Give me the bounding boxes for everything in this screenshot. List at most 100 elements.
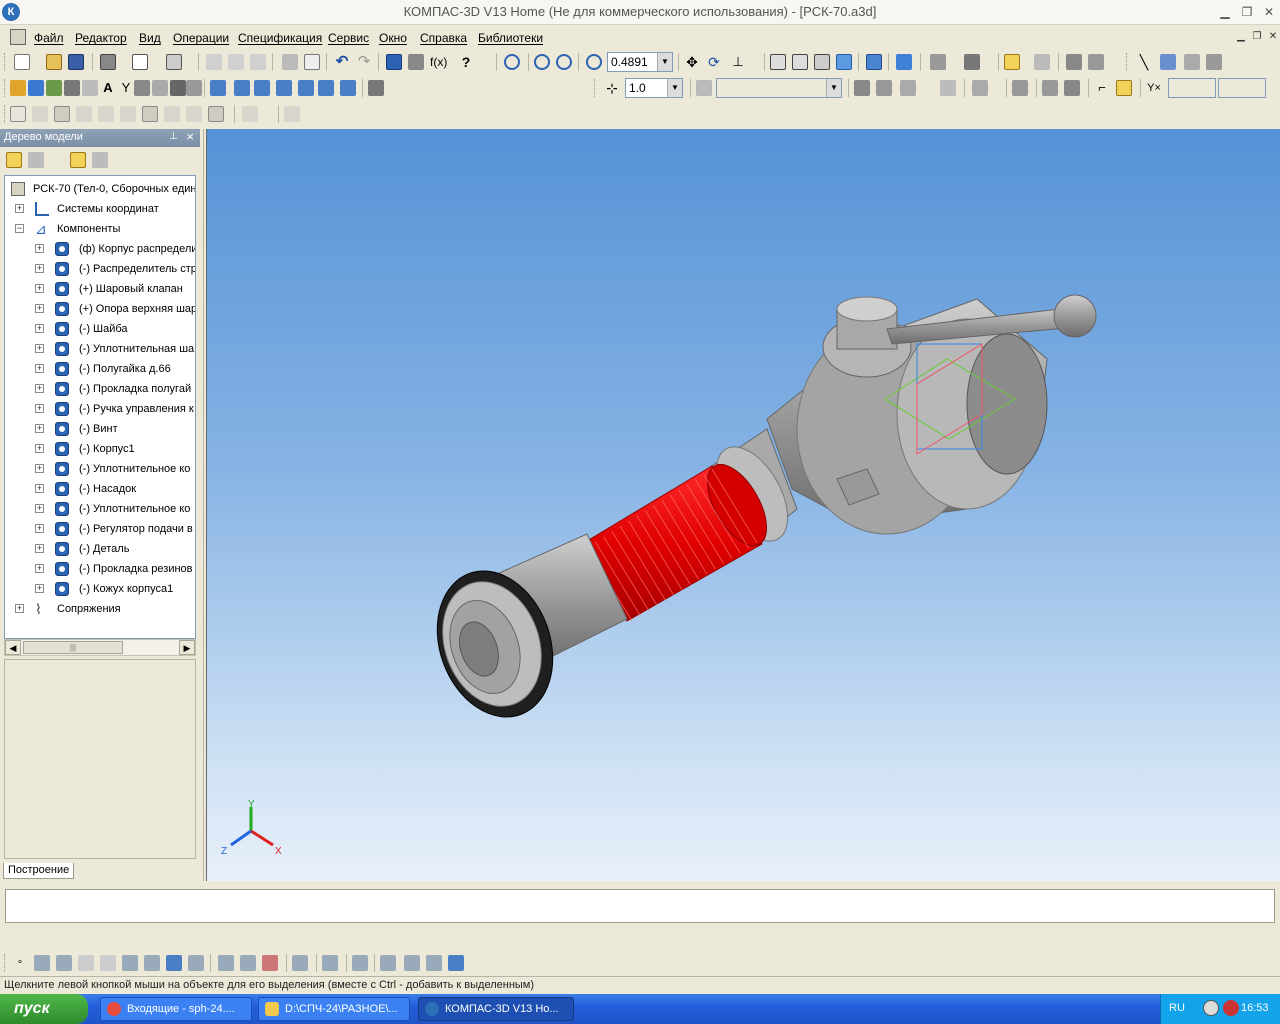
- expand-icon[interactable]: +: [35, 484, 44, 493]
- restore-button[interactable]: ❐: [1238, 4, 1256, 20]
- function-icon[interactable]: f(x): [430, 54, 447, 70]
- tree-view-icon[interactable]: [6, 152, 22, 168]
- scroll-right-icon[interactable]: ▶: [179, 640, 195, 655]
- chevron-down-icon[interactable]: ▼: [657, 53, 672, 71]
- expand-icon[interactable]: +: [35, 244, 44, 253]
- trim-icon[interactable]: [262, 955, 278, 971]
- task-explorer[interactable]: D:\СПЧ-24\РАЗНОЕ\...: [258, 997, 410, 1021]
- wireframe-icon[interactable]: [770, 54, 786, 70]
- snap-extra-icon[interactable]: [284, 106, 300, 122]
- zoom-window-icon[interactable]: [504, 54, 520, 70]
- snap-tangent-icon[interactable]: [120, 106, 136, 122]
- expand-icon[interactable]: +: [35, 564, 44, 573]
- fillet-icon[interactable]: [218, 955, 234, 971]
- angle-icon[interactable]: [1042, 80, 1058, 96]
- component-icon[interactable]: [28, 80, 44, 96]
- expand-icon[interactable]: +: [35, 584, 44, 593]
- shell-icon[interactable]: [340, 80, 356, 96]
- project-icon[interactable]: [166, 955, 182, 971]
- tray-alert-icon[interactable]: [1223, 1000, 1239, 1016]
- filter-icon[interactable]: [930, 54, 946, 70]
- chamfer-icon[interactable]: [240, 955, 256, 971]
- pattern-icon[interactable]: [380, 955, 396, 971]
- list-icon[interactable]: [304, 54, 320, 70]
- help-pointer-icon[interactable]: ?: [458, 54, 474, 70]
- save-icon[interactable]: [68, 54, 84, 70]
- zoom-combo[interactable]: 0.4891 ▼: [607, 52, 673, 72]
- redo-icon[interactable]: ↷: [356, 54, 372, 70]
- open-icon[interactable]: [46, 54, 62, 70]
- detail-icon[interactable]: [170, 80, 186, 96]
- zoom-scale-icon[interactable]: [586, 54, 602, 70]
- doc-restore-button[interactable]: ❐: [1250, 31, 1264, 45]
- plane-icon[interactable]: [1160, 54, 1176, 70]
- snap-mid-icon[interactable]: [54, 106, 70, 122]
- measure2-icon[interactable]: [152, 80, 168, 96]
- orientation-icon[interactable]: ⊥: [730, 54, 746, 70]
- tree-list-icon[interactable]: [28, 152, 44, 168]
- snap-near-icon[interactable]: [208, 106, 224, 122]
- layers-icon[interactable]: [696, 80, 712, 96]
- axis-icon[interactable]: [1184, 54, 1200, 70]
- nozzle-tip[interactable]: [418, 533, 628, 733]
- tree-horizontal-scrollbar[interactable]: ◀ ||| ▶: [4, 639, 196, 656]
- expand-icon[interactable]: +: [35, 364, 44, 373]
- perspective-icon[interactable]: [896, 54, 912, 70]
- close-icon[interactable]: ×: [186, 129, 194, 144]
- manager-icon[interactable]: [166, 54, 182, 70]
- ortho-icon[interactable]: [854, 80, 870, 96]
- snap-point-icon[interactable]: [10, 106, 26, 122]
- snap2-icon[interactable]: [1012, 80, 1028, 96]
- snap-angle-icon[interactable]: [186, 106, 202, 122]
- expand-icon[interactable]: +: [35, 524, 44, 533]
- tab-build[interactable]: Построение: [3, 863, 75, 879]
- arc-icon[interactable]: [56, 955, 72, 971]
- expand-icon[interactable]: +: [35, 424, 44, 433]
- revolve-icon[interactable]: [318, 80, 334, 96]
- task-kompas[interactable]: КОМПАС-3D V13 Ho...: [418, 997, 574, 1021]
- cut-extrude-icon[interactable]: [298, 80, 314, 96]
- grid-icon[interactable]: [972, 80, 988, 96]
- refresh-icon[interactable]: [1088, 54, 1104, 70]
- menu-edit[interactable]: Редактор: [75, 31, 127, 45]
- scale-icon[interactable]: [426, 955, 442, 971]
- expand-icon[interactable]: +: [35, 444, 44, 453]
- polyline-icon[interactable]: [122, 955, 138, 971]
- properties-icon[interactable]: [282, 54, 298, 70]
- collapse-icon[interactable]: −: [15, 224, 24, 233]
- menu-operations[interactable]: Операции: [173, 31, 229, 45]
- tray-app-icon[interactable]: [1203, 1000, 1219, 1016]
- x-field[interactable]: [1168, 78, 1216, 98]
- loft-icon[interactable]: [234, 80, 250, 96]
- expand-icon[interactable]: +: [35, 324, 44, 333]
- expand-icon[interactable]: +: [35, 344, 44, 353]
- expand-icon[interactable]: +: [35, 404, 44, 413]
- scroll-thumb[interactable]: |||: [23, 641, 123, 654]
- expand-icon[interactable]: +: [15, 204, 24, 213]
- round-icon[interactable]: [940, 80, 956, 96]
- curve-fn-icon[interactable]: [188, 955, 204, 971]
- pin-icon[interactable]: ⊥: [169, 131, 178, 142]
- filter2-icon[interactable]: Y: [118, 80, 134, 96]
- snap-end-icon[interactable]: [32, 106, 48, 122]
- task-inbox[interactable]: Входящие - sph-24....: [100, 997, 252, 1021]
- expand-icon[interactable]: +: [35, 544, 44, 553]
- step-combo[interactable]: 1.0 ▼: [625, 78, 683, 98]
- snap-grid-icon[interactable]: [164, 106, 180, 122]
- snap-intersect-icon[interactable]: [98, 106, 114, 122]
- thin-hidden-icon[interactable]: [814, 54, 830, 70]
- menu-libraries[interactable]: Библиотеки: [478, 31, 543, 45]
- doc-minimize-button[interactable]: ▁: [1234, 31, 1248, 45]
- rotate-step-icon[interactable]: [900, 80, 916, 96]
- tree-filter-icon[interactable]: [92, 152, 108, 168]
- part-edit-icon[interactable]: [10, 80, 26, 96]
- language-indicator[interactable]: RU: [1169, 1002, 1185, 1014]
- expand-icon[interactable]: +: [35, 384, 44, 393]
- menu-help[interactable]: Справка: [420, 31, 467, 45]
- preview-icon[interactable]: [132, 54, 148, 70]
- split-icon[interactable]: [292, 955, 308, 971]
- tree-toggle-icon[interactable]: [386, 54, 402, 70]
- chevron-down-icon[interactable]: ▼: [667, 79, 682, 97]
- doc-close-button[interactable]: ✕: [1266, 31, 1280, 45]
- drawing-icon[interactable]: [134, 80, 150, 96]
